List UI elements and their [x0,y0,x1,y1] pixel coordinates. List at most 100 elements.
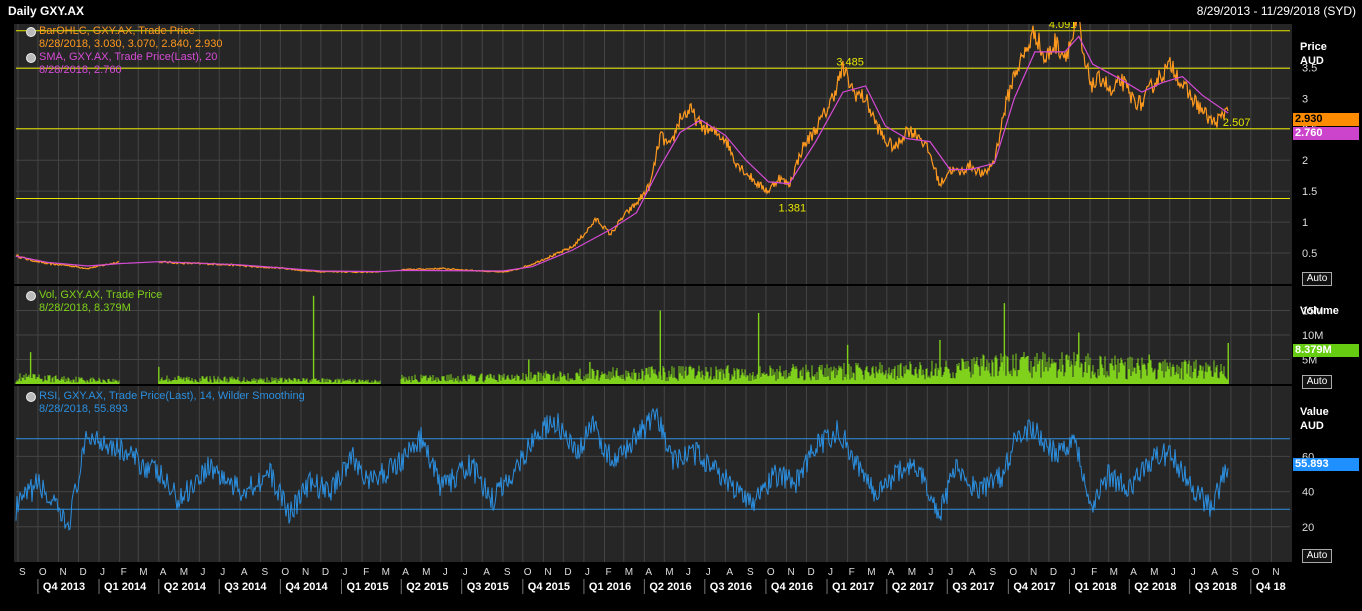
price-tick-label: 3 [1302,93,1308,105]
rsi-legend-title: RSI, GXY.AX, Trade Price(Last), 14, Wild… [39,390,305,402]
rsi-axis-unit: AUD [1300,420,1324,432]
month-tick-label: M [867,567,875,578]
month-tick-label: N [60,567,67,578]
month-tick-label: F [1091,567,1097,578]
price-tick-label: 1.5 [1302,186,1317,198]
month-tick-label: J [100,567,105,578]
quarter-label: Q3 2017 [952,581,994,593]
chart-canvas[interactable]: 4.0913.4852.5071.381 0.511.522.533.55M10… [0,22,1362,611]
month-tick-label: D [322,567,329,578]
month-tick-label: J [686,567,691,578]
volume-axis-title: Volume [1300,304,1339,318]
month-tick-label: M [139,567,147,578]
series-settings-icon[interactable] [26,52,36,63]
sma-value-tag: 2.760 [1293,127,1359,140]
last-price-tag: 2.930 [1293,113,1359,126]
month-tick-label: M [422,567,430,578]
series-settings-icon[interactable] [26,26,36,37]
price-axis-title: Price AUD [1300,40,1327,68]
series-settings-icon[interactable] [26,391,36,402]
month-tick-label: A [241,567,248,578]
volume-auto-scale-button[interactable]: Auto [1302,375,1332,389]
volume-legend: Vol, GXY.AX, Trade Price 8/28/2018, 8.37… [26,289,162,315]
quarter-label: Q4 2013 [43,581,85,593]
month-tick-label: O [39,567,47,578]
month-tick-label: A [645,567,652,578]
volume-tick-label: 10M [1302,330,1323,342]
quarter-label: Q2 2014 [164,581,207,593]
title-bar: Daily GXY.AX 8/29/2013 - 11/29/2018 (SYD… [0,0,1362,22]
quarter-label: Q4 2016 [771,581,813,593]
date-range: 8/29/2013 - 11/29/2018 (SYD) [1196,4,1356,18]
month-tick-label: D [1050,567,1057,578]
month-tick-label: M [180,567,188,578]
rsi-auto-scale-button[interactable]: Auto [1302,549,1332,563]
month-tick-label: J [1171,567,1176,578]
month-tick-label: J [342,567,347,578]
month-tick-label: O [524,567,532,578]
ohlc-legend: BarOHLC, GXY.AX, Trade Price [39,25,195,37]
price-tick-label: 0.5 [1302,248,1317,260]
price-legend: BarOHLC, GXY.AX, Trade Price 8/28/2018, … [26,25,223,77]
month-tick-label: A [726,567,733,578]
month-tick-label: J [220,567,225,578]
month-tick-label: M [908,567,916,578]
rsi-tick-label: 20 [1302,522,1314,534]
volume-axis-label: Volume [1300,305,1339,317]
month-tick-label: N [1272,567,1279,578]
month-tick-label: D [564,567,571,578]
month-tick-label: D [79,567,86,578]
price-axis-unit: AUD [1300,55,1324,67]
quarter-label: Q1 2016 [589,581,631,593]
month-tick-label: J [585,567,590,578]
series-settings-icon[interactable] [26,290,36,301]
month-tick-label: O [767,567,775,578]
volume-legend-title: Vol, GXY.AX, Trade Price [39,289,163,301]
month-tick-label: O [281,567,289,578]
month-tick-label: A [1211,567,1218,578]
quarter-label: Q1 2014 [104,581,147,593]
month-tick-label: A [888,567,895,578]
chart-title: Daily GXY.AX [8,4,85,18]
month-tick-label: N [1030,567,1037,578]
price-auto-scale-button[interactable]: Auto [1302,272,1332,286]
sma-legend: SMA, GXY.AX, Trade Price(Last), 20 [39,51,218,63]
quarter-label: Q1 2018 [1074,581,1116,593]
quarter-label: Q3 2016 [710,581,752,593]
month-tick-label: S [504,567,511,578]
month-tick-label: S [261,567,268,578]
ohlc-values: 8/28/2018, 3.030, 3.070, 2.840, 2.930 [39,38,223,50]
price-level-label: 2.507 [1223,117,1251,129]
quarter-label: Q2 2015 [406,581,448,593]
month-tick-label: A [160,567,167,578]
month-tick-label: M [625,567,633,578]
quarter-label: Q2 2017 [892,581,934,593]
price-tick-label: 2 [1302,155,1308,167]
month-tick-label: M [1110,567,1118,578]
price-tick-label: 1 [1302,217,1308,229]
quarter-label: Q2 2016 [649,581,691,593]
month-tick-label: J [706,567,711,578]
month-tick-label: A [402,567,409,578]
month-tick-label: F [121,567,127,578]
rsi-axis-label: Value [1300,406,1329,418]
rsi-values: 8/28/2018, 55.893 [39,403,128,415]
quarter-label: Q3 2015 [467,581,509,593]
month-tick-label: S [747,567,754,578]
quarter-label: Q4 2014 [285,581,328,593]
month-tick-label: F [849,567,855,578]
month-tick-label: J [1191,567,1196,578]
rsi-tick-label: 40 [1302,487,1314,499]
price-level-label: 3.485 [836,56,864,68]
volume-value-tag: 8.379M [1293,344,1359,357]
price-axis-label: Price [1300,41,1327,53]
month-tick-label: O [1252,567,1260,578]
month-tick-label: J [200,567,205,578]
price-level-label: 1.381 [779,203,807,215]
month-tick-label: A [969,567,976,578]
quarter-label: Q1 2015 [346,581,388,593]
month-tick-label: J [463,567,468,578]
quarter-label: Q4 18 [1256,581,1286,593]
month-tick-label: S [1232,567,1239,578]
month-tick-label: S [19,567,26,578]
